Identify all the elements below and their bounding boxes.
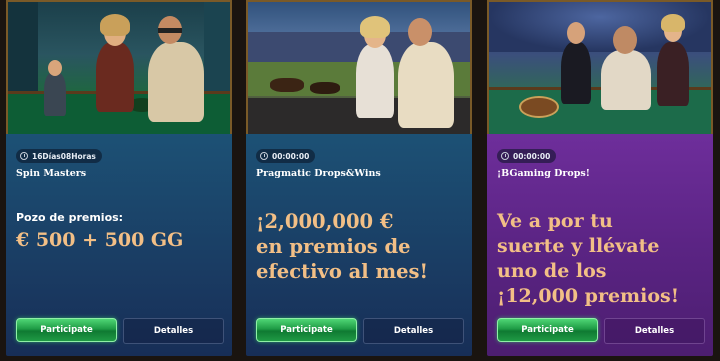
tournament-card-pragmatic-drops[interactable]: 00:00:00 Pragmatic Drops&Wins ¡2,000,000…	[246, 0, 472, 356]
tournament-card-spin-masters[interactable]: 16Días08Horas Spin Masters Pozo de premi…	[6, 0, 232, 356]
card-title: Pragmatic Drops&Wins	[256, 168, 381, 179]
promo-line: suerte y llévate	[497, 235, 660, 257]
countdown-badge: 16Días08Horas	[16, 149, 102, 163]
promo-line: ¡2,000,000 €	[256, 210, 394, 233]
countdown-text: 00:00:00	[513, 151, 551, 161]
casino-couple-illustration	[8, 2, 230, 134]
countdown-badge: 00:00:00	[256, 149, 316, 163]
promo-line: uno de los	[497, 260, 607, 282]
promo-line: ¡12,000 premios!	[497, 285, 680, 307]
banner-image[interactable]	[487, 0, 713, 136]
promo-line: en premios de	[256, 235, 411, 258]
details-button[interactable]: Detalles	[363, 318, 464, 344]
card-panel: 00:00:00 ¡BGaming Drops! Ve a por tu sue…	[487, 134, 713, 356]
card-panel: 00:00:00 Pragmatic Drops&Wins ¡2,000,000…	[246, 134, 472, 356]
tournament-card-bgaming-drops[interactable]: 00:00:00 ¡BGaming Drops! Ve a por tu sue…	[487, 0, 713, 356]
card-panel: 16Días08Horas Spin Masters Pozo de premi…	[6, 134, 232, 356]
participate-button[interactable]: Participate	[16, 318, 117, 342]
clock-icon	[501, 152, 509, 160]
prize-pool-label: Pozo de premios:	[16, 211, 124, 224]
promo-headline: Ve a por tu suerte y llévate uno de los …	[497, 209, 709, 309]
card-title: Spin Masters	[16, 168, 87, 179]
details-button[interactable]: Detalles	[604, 318, 705, 344]
banner-image[interactable]	[246, 0, 472, 136]
prize-pool-value: € 500 + 500 GG	[16, 229, 184, 251]
participate-button[interactable]: Participate	[256, 318, 357, 342]
banner-image[interactable]	[6, 0, 232, 136]
clock-icon	[20, 152, 28, 160]
participate-button[interactable]: Participate	[497, 318, 598, 342]
countdown-badge: 00:00:00	[497, 149, 557, 163]
countdown-text: 00:00:00	[272, 151, 310, 161]
promo-headline: ¡2,000,000 € en premios de efectivo al m…	[256, 209, 468, 284]
promo-line: efectivo al mes!	[256, 260, 429, 283]
card-title: ¡BGaming Drops!	[497, 168, 590, 179]
casino-group-illustration	[489, 2, 711, 134]
horse-race-illustration	[248, 2, 470, 134]
countdown-text: 16Días08Horas	[32, 151, 96, 161]
details-button[interactable]: Detalles	[123, 318, 224, 344]
clock-icon	[260, 152, 268, 160]
promo-line: Ve a por tu	[497, 210, 613, 232]
